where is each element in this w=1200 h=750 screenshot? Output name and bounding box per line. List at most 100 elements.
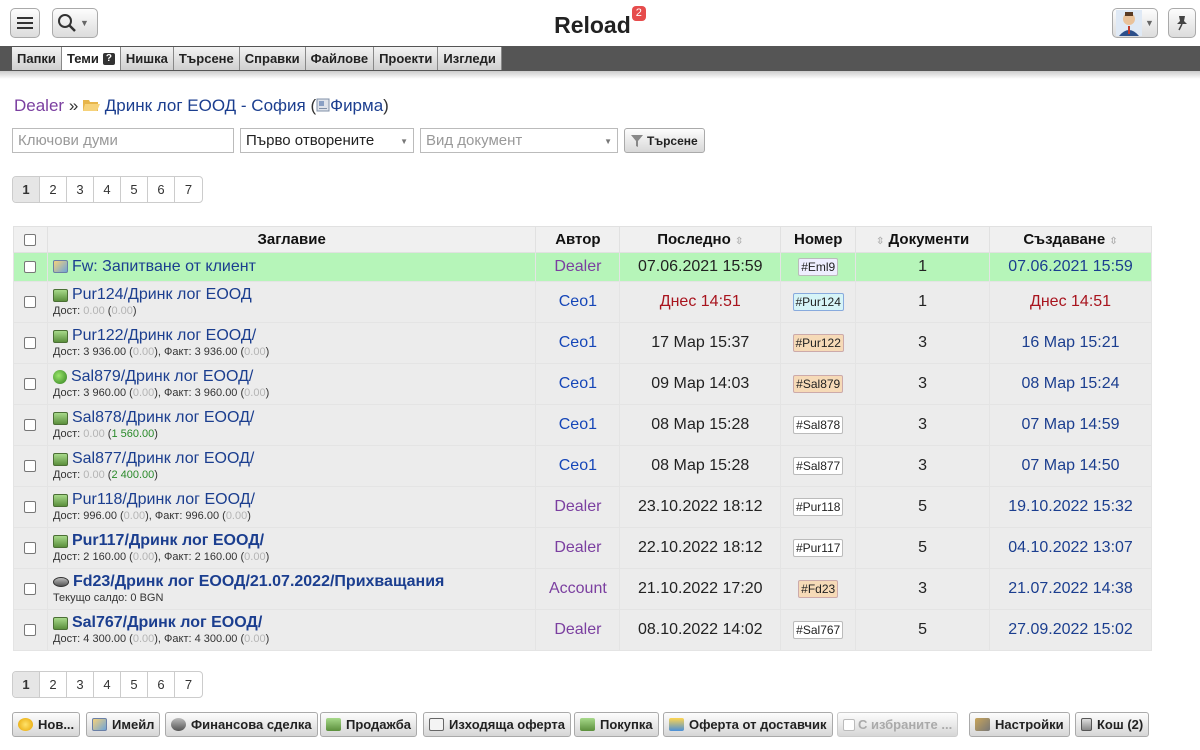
row-author[interactable]: Dealer	[535, 527, 621, 569]
breadcrumb-owner-link[interactable]: Dealer	[14, 96, 64, 115]
new-button[interactable]: Нов...	[12, 712, 81, 737]
sale-button[interactable]: Продажба	[320, 712, 418, 737]
breadcrumb-company-link[interactable]: Дринк лог ЕООД - София	[105, 96, 306, 115]
table-row[interactable]: Pur117/Дринк лог ЕООД/Дост: 2 160.00 (0.…	[13, 527, 1152, 569]
table-row[interactable]: Sal877/Дринк лог ЕООД/Дост: 0.00 (2 400.…	[13, 445, 1152, 487]
column-number[interactable]: Номер	[780, 226, 857, 253]
page-link[interactable]: 5	[121, 672, 148, 697]
search-button[interactable]: Търсене	[624, 128, 705, 153]
row-checkbox[interactable]	[24, 295, 37, 308]
tab-projects[interactable]: Проекти	[374, 47, 439, 70]
row-title-link[interactable]: Sal878/Дринк лог ЕООД/	[52, 409, 531, 427]
row-number[interactable]: #Fd23	[798, 580, 839, 598]
tab-folders[interactable]: Папки	[12, 47, 62, 70]
row-checkbox[interactable]	[24, 500, 37, 513]
page-link[interactable]: 7	[175, 177, 202, 202]
with-selected-button[interactable]: С избраните ...	[837, 712, 959, 737]
row-title-link[interactable]: Pur118/Дринк лог ЕООД/	[52, 491, 531, 509]
doctype-select[interactable]: Вид документ ▼	[420, 128, 618, 153]
order-select[interactable]: Първо отворените ▼	[240, 128, 414, 153]
select-all-header[interactable]	[13, 226, 48, 253]
page-link[interactable]: 3	[67, 672, 94, 697]
column-title[interactable]: Заглавие	[46, 226, 537, 253]
table-row[interactable]: Fd23/Дринк лог ЕООД/21.07.2022/Прихващан…	[13, 568, 1152, 610]
tab-reports[interactable]: Справки	[239, 47, 306, 70]
row-number[interactable]: #Pur118	[792, 498, 844, 516]
tab-search[interactable]: Търсене	[173, 47, 240, 70]
row-author[interactable]: Ceo1	[535, 322, 621, 364]
row-checkbox[interactable]	[24, 418, 37, 431]
row-title-link[interactable]: Sal879/Дринк лог ЕООД/	[52, 368, 531, 386]
row-title-link[interactable]: Sal877/Дринк лог ЕООД/	[52, 450, 531, 468]
tab-files[interactable]: Файлове	[305, 47, 375, 70]
table-row[interactable]: Sal879/Дринк лог ЕООД/Дост: 3 960.00 (0.…	[13, 363, 1152, 405]
row-title-link[interactable]: Pur117/Дринк лог ЕООД/	[52, 532, 531, 550]
row-title-link[interactable]: Fd23/Дринк лог ЕООД/21.07.2022/Прихващан…	[52, 573, 531, 591]
page-link[interactable]: 3	[67, 177, 94, 202]
table-row[interactable]: Sal878/Дринк лог ЕООД/Дост: 0.00 (1 560.…	[13, 404, 1152, 446]
row-checkbox[interactable]	[24, 459, 37, 472]
notification-badge[interactable]: 2	[631, 6, 646, 21]
tab-thread[interactable]: Нишка	[120, 47, 174, 70]
column-last[interactable]: Последно ⇳	[619, 226, 782, 253]
keywords-input[interactable]: Ключови думи	[12, 128, 234, 153]
tab-topics[interactable]: Теми?	[61, 47, 121, 70]
table-row[interactable]: Pur122/Дринк лог ЕООД/Дост: 3 936.00 (0.…	[13, 322, 1152, 364]
row-checkbox[interactable]	[24, 260, 37, 273]
row-title-link[interactable]: Sal767/Дринк лог ЕООД/	[52, 614, 531, 632]
column-created[interactable]: Създаване ⇳	[989, 226, 1152, 253]
page-link[interactable]: 4	[94, 672, 121, 697]
breadcrumb-type-link[interactable]: Фирма	[330, 96, 383, 115]
pin-button[interactable]	[1168, 8, 1196, 38]
row-title-link[interactable]: Fw: Запитване от клиент	[52, 258, 531, 276]
row-checkbox[interactable]	[24, 336, 37, 349]
page-link[interactable]: 2	[40, 672, 67, 697]
page-link[interactable]: 5	[121, 177, 148, 202]
row-number[interactable]: #Sal877	[793, 457, 844, 475]
page-link[interactable]: 1	[13, 177, 40, 202]
row-title-link[interactable]: Pur122/Дринк лог ЕООД/	[52, 327, 531, 345]
row-number[interactable]: #Pur117	[792, 539, 844, 557]
finance-deal-button[interactable]: Финансова сделка	[165, 712, 318, 737]
row-number[interactable]: #Sal879	[793, 375, 844, 393]
page-link[interactable]: 7	[175, 672, 202, 697]
row-checkbox[interactable]	[24, 623, 37, 636]
row-author[interactable]: Ceo1	[535, 445, 621, 487]
row-number[interactable]: #Sal878	[793, 416, 844, 434]
row-author[interactable]: Dealer	[535, 252, 621, 282]
select-all-checkbox[interactable]	[24, 234, 37, 247]
user-menu-button[interactable]: ▼	[1112, 8, 1158, 38]
page-link[interactable]: 4	[94, 177, 121, 202]
row-number[interactable]: #Pur124	[792, 293, 844, 311]
column-author[interactable]: Автор	[535, 226, 621, 253]
table-row[interactable]: Pur118/Дринк лог ЕООД/Дост: 996.00 (0.00…	[13, 486, 1152, 528]
page-link[interactable]: 6	[148, 177, 175, 202]
row-author[interactable]: Ceo1	[535, 404, 621, 446]
row-number[interactable]: #Eml9	[798, 258, 839, 276]
page-link[interactable]: 2	[40, 177, 67, 202]
row-author[interactable]: Ceo1	[535, 281, 621, 323]
trash-button[interactable]: Кош (2)	[1075, 712, 1150, 737]
row-author[interactable]: Account	[535, 568, 621, 610]
purchase-button[interactable]: Покупка	[574, 712, 659, 737]
column-documents[interactable]: ⇳ Документи	[855, 226, 991, 253]
row-checkbox[interactable]	[24, 377, 37, 390]
help-icon[interactable]: ?	[102, 52, 115, 65]
page-link[interactable]: 6	[148, 672, 175, 697]
row-number[interactable]: #Sal767	[793, 621, 844, 639]
row-number[interactable]: #Pur122	[792, 334, 844, 352]
row-checkbox[interactable]	[24, 541, 37, 554]
row-author[interactable]: Ceo1	[535, 363, 621, 405]
row-title-link[interactable]: Pur124/Дринк лог ЕООД	[52, 286, 531, 304]
supplier-offer-button[interactable]: Оферта от доставчик	[663, 712, 833, 737]
email-button[interactable]: Имейл	[86, 712, 161, 737]
settings-button[interactable]: Настройки	[969, 712, 1070, 737]
page-link[interactable]: 1	[13, 672, 40, 697]
table-row[interactable]: Fw: Запитване от клиент Dealer 07.06.2021 …	[13, 252, 1152, 282]
tab-views[interactable]: Изгледи	[438, 47, 502, 70]
table-row[interactable]: Pur124/Дринк лог ЕООД Дост: 0.00 (0.00) Ce…	[13, 281, 1152, 323]
row-checkbox[interactable]	[24, 582, 37, 595]
table-row[interactable]: Sal767/Дринк лог ЕООД/Дост: 4 300.00 (0.…	[13, 609, 1152, 651]
row-author[interactable]: Dealer	[535, 609, 621, 651]
row-author[interactable]: Dealer	[535, 486, 621, 528]
